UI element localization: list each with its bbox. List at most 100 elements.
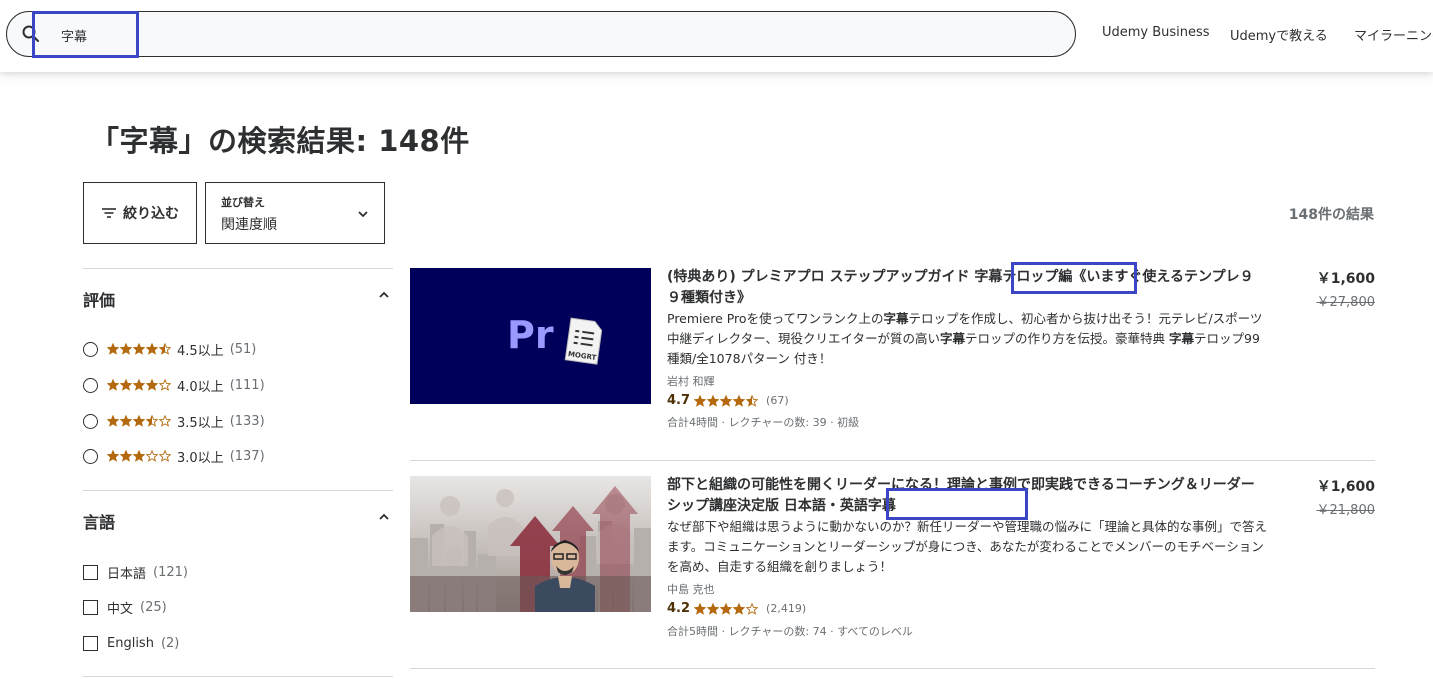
rating-value: 4.7 <box>667 393 691 408</box>
star-icon <box>159 343 171 355</box>
divider <box>83 268 393 269</box>
leadership-thumbnail-image <box>410 476 651 612</box>
star-icon <box>120 343 132 355</box>
course-title[interactable]: 部下と組織の可能性を開くリーダーになる！理論と事例で即実践できるコーチング＆リー… <box>667 475 1267 517</box>
checkbox[interactable] <box>83 564 98 580</box>
star-icon <box>133 343 145 355</box>
filter-button-label: 絞り込む <box>123 206 179 222</box>
star-icon <box>733 394 746 407</box>
rating-option-4-0[interactable]: 4.0以上 (111) <box>83 375 265 395</box>
rating-option-count: (133) <box>229 413 265 429</box>
divider <box>410 460 1375 461</box>
star-icon <box>707 602 720 615</box>
rating-value: 4.2 <box>667 601 691 616</box>
nav-udemy-business[interactable]: Udemy Business <box>1102 25 1210 40</box>
rating-option-count: (111) <box>229 377 265 393</box>
course-rating: 4.2 (2,419) <box>667 601 806 616</box>
rating-option-3-0[interactable]: 3.0以上 (137) <box>83 446 265 466</box>
star-rating-icon <box>694 394 759 407</box>
radio-button[interactable] <box>83 413 98 429</box>
course-title[interactable]: (特典あり) プレミアプロ ステップアップガイド 字幕テロップ編《いますぐ使える… <box>667 267 1267 309</box>
chevron-up-icon[interactable] <box>377 288 391 302</box>
filter-button[interactable]: 絞り込む <box>83 182 197 244</box>
rating-option-label: 4.5以上 <box>177 343 224 359</box>
star-icon <box>107 379 119 391</box>
chevron-up-icon[interactable] <box>377 510 391 524</box>
desc-keyword: 字幕 <box>1169 331 1195 346</box>
star-icon <box>146 343 158 355</box>
star-icon <box>720 602 733 615</box>
language-option-japanese[interactable]: 日本語 (121) <box>83 562 188 582</box>
checkbox[interactable] <box>83 635 98 651</box>
rating-option-4-5[interactable]: 4.5以上 (51) <box>83 339 256 359</box>
checkbox[interactable] <box>83 599 98 615</box>
nav-teach-on-udemy[interactable]: Udemyで教える <box>1230 25 1328 44</box>
language-option-english[interactable]: English (2) <box>83 633 179 653</box>
radio-button[interactable] <box>83 341 98 357</box>
star-icon <box>133 415 145 427</box>
rating-option-count: (51) <box>229 341 257 357</box>
nav-my-learning[interactable]: マイラーニング <box>1354 25 1433 44</box>
result-count: 148件の結果 <box>1288 207 1374 223</box>
sort-select[interactable]: 並び替え 関連度順 <box>205 182 385 244</box>
rating-option-label: 4.0以上 <box>177 379 224 395</box>
desc-text: テロップの作り方を伝授。豪華特典 <box>965 331 1170 346</box>
language-option-count: (121) <box>153 564 188 580</box>
language-option-label: 日本語 <box>107 566 147 582</box>
star-icon <box>159 379 171 391</box>
course-title-text: 部下と組織の可能性を開くリーダーになる！理論と事例で即実践できるコーチング＆リー… <box>667 477 1255 514</box>
sort-label: 並び替え <box>221 196 265 209</box>
divider <box>83 490 393 491</box>
language-option-label: 中文 <box>107 601 134 617</box>
star-icon <box>146 379 158 391</box>
star-rating-icon <box>694 602 759 615</box>
star-icon <box>733 602 746 615</box>
star-rating-icon <box>107 379 172 391</box>
search-bar[interactable] <box>6 11 1076 57</box>
star-icon <box>694 394 707 407</box>
course-thumbnail[interactable] <box>410 476 651 612</box>
radio-button[interactable] <box>83 377 98 393</box>
instructor-name[interactable]: 岩村 和輝 <box>667 373 715 389</box>
language-option-chinese[interactable]: 中文 (25) <box>83 597 167 617</box>
course-original-price: ￥27,800 <box>1316 295 1376 310</box>
star-icon <box>146 415 158 427</box>
star-icon <box>746 394 759 407</box>
course-description: Premiere Proを使ってワンランク上の字幕テロップを作成し、初心者から抜… <box>667 309 1267 369</box>
star-icon <box>159 450 171 462</box>
rating-option-count: (137) <box>229 448 265 464</box>
course-title-highlight: 日本語・英語字幕 <box>783 498 896 514</box>
rating-option-label: 3.0以上 <box>177 450 224 466</box>
rating-option-3-5[interactable]: 3.5以上 (133) <box>83 411 265 431</box>
star-icon <box>133 450 145 462</box>
search-icon[interactable] <box>21 24 41 44</box>
star-icon <box>159 415 171 427</box>
divider <box>410 668 1375 669</box>
search-input[interactable] <box>59 20 963 50</box>
language-option-label: English <box>107 635 154 651</box>
course-meta: 合計5時間 · レクチャーの数: 74 · すべてのレベル <box>667 625 913 638</box>
star-rating-icon <box>107 415 172 427</box>
star-icon <box>694 602 707 615</box>
sort-value: 関連度順 <box>221 217 277 233</box>
page-title: 「字幕」の検索結果: 148件 <box>90 124 470 158</box>
rating-section-title[interactable]: 評価 <box>83 287 115 311</box>
course-meta: 合計4時間 · レクチャーの数: 39 · 初級 <box>667 416 860 429</box>
course-title-text: (特典あり) プレミアプロ ステップアップガイド <box>667 269 975 285</box>
star-icon <box>720 394 733 407</box>
course-thumbnail[interactable]: Pr MOGRT <box>410 268 651 404</box>
course-title-highlight: 字幕テロップ編 <box>974 269 1073 285</box>
top-bar: Udemy Business Udemyで教える マイラーニング <box>0 0 1433 72</box>
star-icon <box>107 450 119 462</box>
radio-button[interactable] <box>83 448 98 464</box>
star-icon <box>120 379 132 391</box>
course-price: ￥1,600 <box>1316 479 1375 495</box>
filter-icon <box>102 208 116 218</box>
course-original-price: ￥21,800 <box>1316 503 1376 518</box>
divider <box>83 676 393 677</box>
language-section-title[interactable]: 言語 <box>83 509 115 533</box>
star-icon <box>707 394 720 407</box>
course-price: ￥1,600 <box>1316 271 1375 287</box>
instructor-name[interactable]: 中島 克也 <box>667 581 715 597</box>
course-description: なぜ部下や組織は思うように動かないのか？新任リーダーや管理職の悩みに「理論と具体… <box>667 519 1268 574</box>
